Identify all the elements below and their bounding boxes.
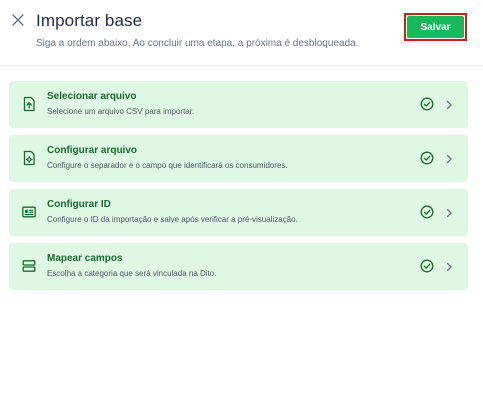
- step-description: Escolha a categoria que será vinculada n…: [47, 269, 217, 278]
- id-card-icon: [21, 204, 37, 220]
- step-configure-id[interactable]: Configurar ID Configure o ID da importaç…: [9, 189, 468, 236]
- chevron-right-icon: [444, 206, 454, 218]
- step-select-file[interactable]: Selecionar arquivo Selecione um arquivo …: [9, 81, 468, 128]
- chevron-right-icon: [444, 152, 454, 164]
- step-title: Configurar arquivo: [47, 145, 138, 156]
- save-button-highlight: Salvar: [404, 13, 467, 41]
- modal-header: Importar base Siga a ordem abaixo. Ao co…: [0, 0, 483, 66]
- chevron-right-icon: [444, 260, 454, 272]
- step-map-fields[interactable]: Mapear campos Escolha a categoria que se…: [9, 243, 468, 290]
- close-icon[interactable]: [10, 12, 26, 28]
- page-subtitle: Siga a ordem abaixo. Ao concluir uma eta…: [36, 38, 359, 49]
- step-description: Configure o separador e o campo que iden…: [47, 161, 288, 170]
- step-description: Configure o ID da importação e salve apó…: [47, 215, 298, 224]
- check-circle-icon: [420, 259, 434, 273]
- file-upload-icon: [21, 96, 37, 112]
- check-circle-icon: [420, 151, 434, 165]
- step-configure-file[interactable]: Configurar arquivo Configure o separador…: [9, 135, 468, 182]
- chevron-right-icon: [444, 98, 454, 110]
- step-description: Selecione um arquivo CSV para importar.: [47, 107, 195, 116]
- check-circle-icon: [420, 205, 434, 219]
- file-settings-icon: [21, 150, 37, 166]
- step-title: Selecionar arquivo: [47, 91, 137, 102]
- save-button[interactable]: Salvar: [407, 16, 464, 38]
- step-title: Mapear campos: [47, 253, 123, 264]
- steps-list: Selecionar arquivo Selecione um arquivo …: [9, 81, 468, 297]
- fields-map-icon: [21, 258, 37, 274]
- page-title: Importar base: [36, 11, 143, 30]
- check-circle-icon: [420, 97, 434, 111]
- step-title: Configurar ID: [47, 199, 111, 210]
